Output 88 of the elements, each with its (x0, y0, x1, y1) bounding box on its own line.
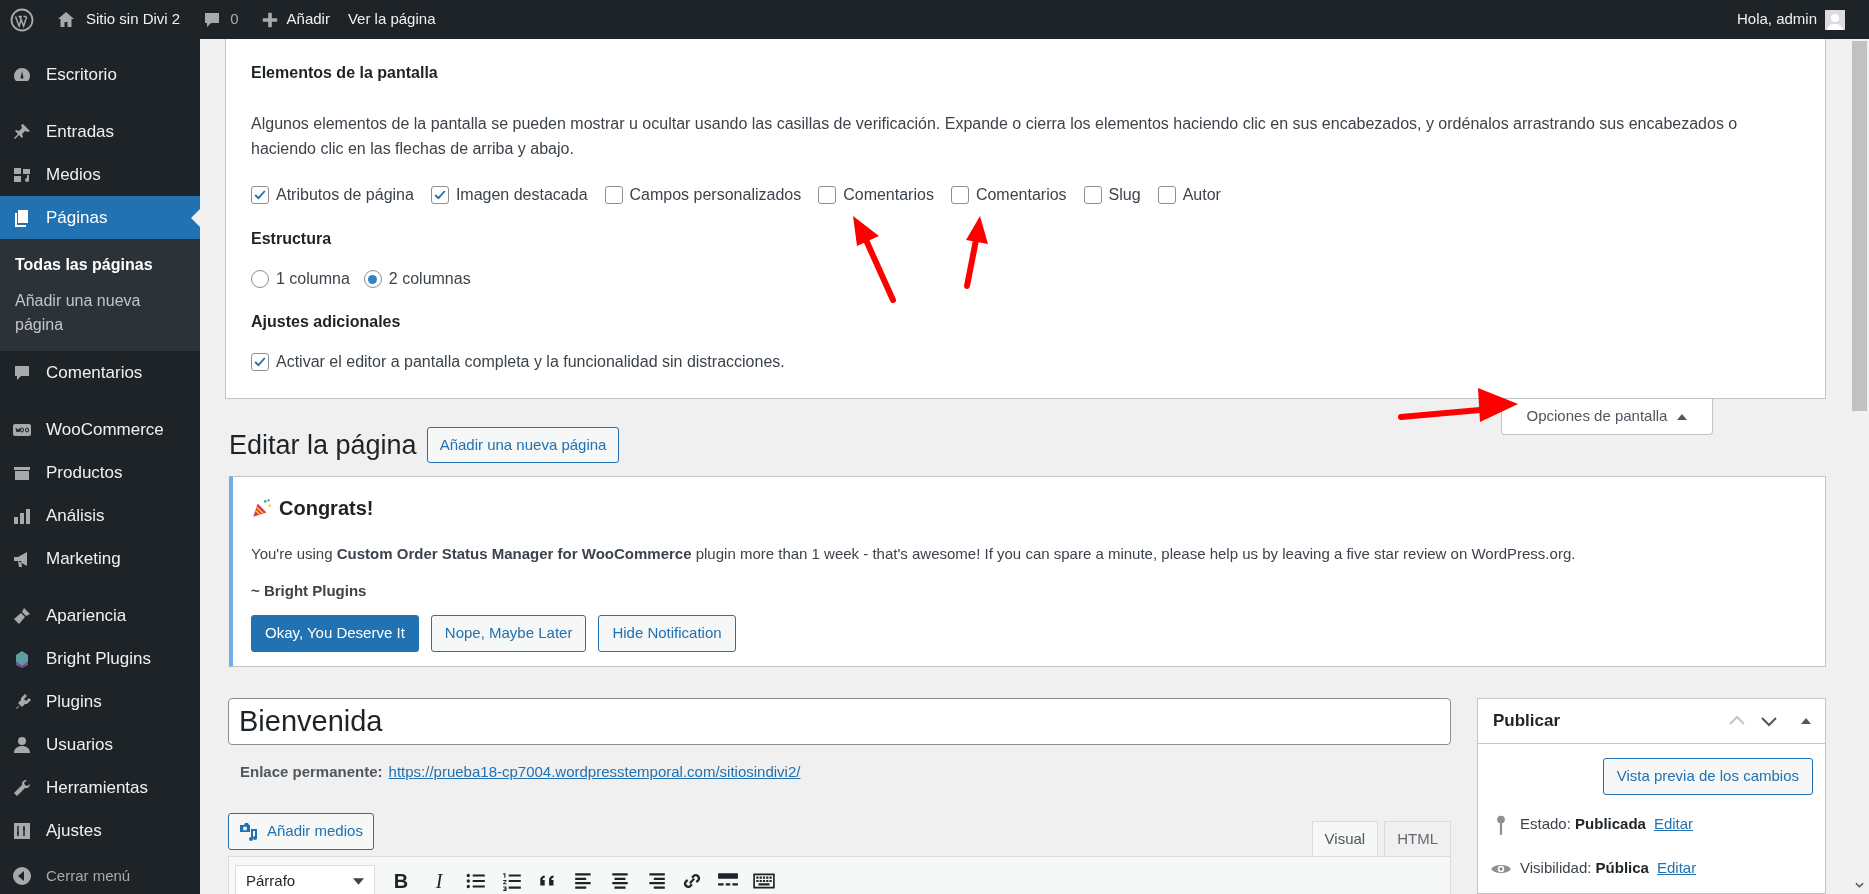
sidebar-menu-item[interactable]: Usuarios (0, 723, 200, 766)
sidebar-menu-item[interactable]: Herramientas (0, 766, 200, 809)
format-button[interactable]: I (427, 866, 451, 894)
edit-link[interactable]: Editar (1656, 857, 1697, 880)
checkbox[interactable] (818, 186, 837, 204)
add-media-button[interactable]: Añadir medios (228, 813, 374, 850)
wordpress-logo-icon (10, 7, 34, 32)
paintbrush-icon (12, 605, 32, 626)
edit-link[interactable]: Editar (1653, 813, 1694, 836)
align-center-icon (609, 870, 631, 892)
notice-title: Congrats! (279, 495, 374, 521)
collapse-menu-button[interactable]: Cerrar menú (0, 858, 200, 894)
checkbox[interactable] (430, 186, 449, 204)
new-menu-link[interactable]: Añadir (286, 8, 330, 31)
sidebar-menu-item[interactable]: Comentarios (0, 351, 200, 394)
sidebar-menu-item[interactable]: Análisis (0, 494, 200, 537)
avatar-icon[interactable] (1825, 9, 1845, 30)
checkbox-label: Imagen destacada (455, 185, 588, 205)
sidebar-menu-item[interactable]: WooCommerce (0, 408, 200, 451)
view-page-link[interactable]: Ver la página (347, 8, 436, 31)
radio-label: 2 columnas (388, 269, 471, 289)
add-new-page-button[interactable]: Añadir una nueva página (426, 427, 620, 464)
sidebar-menu-item[interactable]: Escritorio (0, 53, 200, 96)
checkbox-label: Comentarios (843, 185, 934, 205)
checkbox[interactable] (950, 186, 969, 204)
sidebar-menu-item[interactable]: Apariencia (0, 594, 200, 637)
checkbox-label: Comentarios (975, 185, 1067, 205)
editor-tab[interactable]: Visual (1311, 821, 1379, 857)
comment-count[interactable]: 0 (230, 8, 239, 31)
site-name-link[interactable]: Sitio sin Divi 2 (86, 8, 181, 31)
sidebar-menu-item[interactable]: Marketing (0, 537, 200, 580)
submenu-item[interactable]: Todas las páginas (0, 247, 200, 283)
notice-button[interactable]: Hide Notification (598, 614, 736, 652)
panel-title: Publicar (1493, 709, 1562, 732)
caret-icon (1677, 413, 1688, 420)
sidebar-menu-item[interactable]: Plugins (0, 680, 200, 723)
sidebar-menu-item[interactable]: Ajustes (0, 809, 200, 852)
checkbox[interactable] (251, 353, 269, 371)
submenu-item[interactable]: Añadir una nueva página (0, 283, 200, 343)
radio-button[interactable] (251, 270, 269, 288)
camera-music-icon (239, 821, 259, 842)
sidebar-menu-item[interactable]: Medios (0, 153, 200, 196)
checkbox-label: Autor (1182, 185, 1221, 205)
sidebar-menu-item[interactable]: Entradas (0, 110, 200, 153)
checkbox[interactable] (1157, 186, 1176, 204)
checkbox[interactable] (251, 186, 269, 204)
page-title: Editar la página (229, 429, 417, 462)
notice-button[interactable]: Okay, You Deserve It (251, 614, 419, 652)
pushpin-icon (12, 121, 32, 142)
format-select[interactable]: Párrafo (235, 865, 375, 894)
title-input[interactable]: Bienvenida (228, 697, 1451, 745)
sliders-icon (12, 820, 32, 841)
status-text: Visibilidad: Pública (1520, 858, 1649, 879)
checkbox[interactable] (1083, 186, 1102, 204)
format-button[interactable]: B (389, 866, 413, 894)
notice-message: You're using Custom Order Status Manager for WooCommerce plugin more than 1 week - that's awesome! If you can spare a minute, please help us by leaving a five star review on WordPress.org. (251, 543, 1577, 564)
radio-label: 1 columna (276, 269, 350, 289)
help-text: Algunos elementos de la pantalla se pueden mostrar u ocultar usando las casillas de verificación. Expande o cierra los elementos haciendo clic en sus encabezados, y ordénalos arrastrando sus encabezados o haciendo clic en las flechas de arriba y abajo. (251, 114, 1739, 159)
numbered-list-icon (501, 870, 523, 892)
notice-button[interactable]: Nope, Maybe Later (430, 614, 587, 652)
person-icon (12, 734, 32, 755)
section-heading: Ajustes adicionales (251, 312, 402, 332)
checkbox-label: Activar el editor a pantalla completa y la funcionalidad sin distracciones. (276, 352, 785, 372)
permalink-link[interactable]: https://prueba18-cp7004.wordpresstemporal.com/sitiosindivi2/ (388, 760, 801, 783)
party-popper-icon (251, 496, 273, 519)
sidebar-menu-item[interactable]: Páginas (0, 196, 200, 239)
checkbox-label: Atributos de página (276, 185, 414, 205)
editor-tab[interactable]: HTML (1384, 821, 1451, 857)
wrench-icon (12, 777, 32, 798)
status-text: Estado: Publicada (1520, 814, 1646, 835)
current-menu-pointer (191, 209, 200, 227)
checkbox[interactable] (604, 186, 623, 204)
dropdown-caret-icon (353, 877, 364, 885)
sidebar-menu-item[interactable]: Bright Plugins (0, 637, 200, 680)
home-icon (56, 9, 76, 30)
collapse-triangle-icon[interactable] (1801, 717, 1811, 724)
plus-icon (260, 10, 279, 29)
section-heading: Elementos de la pantalla (251, 63, 439, 83)
radio-button[interactable] (363, 270, 382, 288)
section-heading: Estructura (251, 229, 333, 249)
screen-options-tab[interactable]: Opciones de pantalla (1501, 399, 1713, 435)
notice-signature: ~ Bright Plugins (251, 581, 368, 601)
checkbox-label: Campos personalizados (629, 185, 802, 205)
sidebar-menu-item[interactable]: Productos (0, 451, 200, 494)
permalink-label: Enlace permanente: (240, 761, 383, 782)
account-greeting[interactable]: Hola, admin (1736, 8, 1817, 31)
preview-changes-button[interactable]: Vista previa de los cambios (1602, 757, 1813, 795)
checkbox-label: Slug (1108, 185, 1141, 205)
